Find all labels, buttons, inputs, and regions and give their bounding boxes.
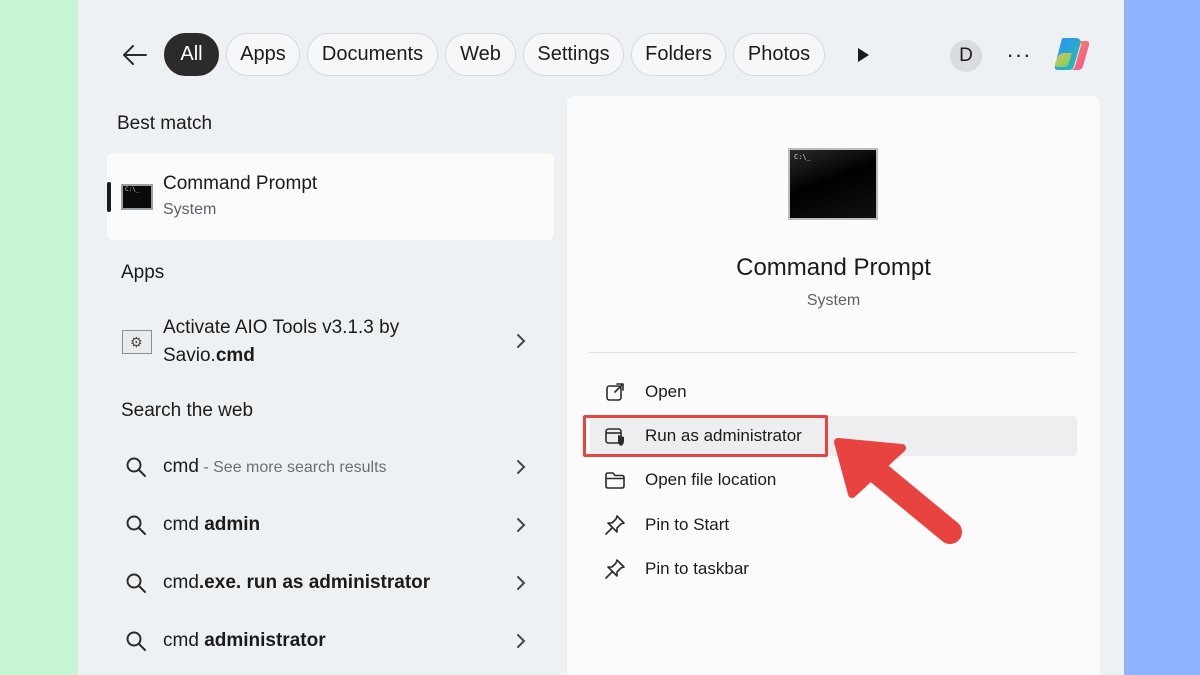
app-item-title-line2[interactable]: Savio.cmd [163,345,255,367]
background-left [0,0,78,675]
tab-settings[interactable]: Settings [523,33,624,76]
web-result-3-bold: .exe. run as administrator [198,572,431,593]
gear-icon: ⚙ [130,334,143,350]
tab-web[interactable]: Web [445,33,516,76]
back-arrow-icon [123,45,147,65]
back-button[interactable] [118,38,152,72]
best-match-card[interactable] [107,153,554,240]
tab-documents[interactable]: Documents [307,33,438,76]
tab-photos[interactable]: Photos [733,33,825,76]
best-match-heading: Best match [117,113,213,134]
web-result-3-text: cmd [163,572,199,593]
search-icon [126,573,146,593]
web-result-4-bold: administrator [204,630,326,651]
red-arrow-annotation [834,438,962,544]
web-result-1-text: cmd [163,456,199,477]
action-pin-to-start-label: Pin to Start [645,515,730,534]
web-result-2-text: cmd [163,514,205,535]
app-item-title-line1[interactable]: Activate AIO Tools v3.1.3 by [163,317,399,339]
detail-title: Command Prompt [736,254,931,281]
chevron-right-icon[interactable] [514,458,528,476]
divider [589,352,1077,353]
search-icon [126,631,146,651]
more-filters-play-icon[interactable] [854,45,872,65]
tab-apps[interactable]: Apps [226,33,300,76]
action-pin-to-taskbar[interactable]: Pin to taskbar [590,549,1077,589]
search-web-heading: Search the web [121,400,254,421]
chevron-right-icon[interactable] [514,332,528,350]
web-result-4[interactable]: cmd administrator [163,630,326,652]
app-item-name: Savio. [163,345,216,366]
web-result-1[interactable]: cmd - See more search results [163,456,387,478]
apps-heading: Apps [121,262,165,283]
action-open[interactable]: Open [590,372,1077,412]
search-icon [126,457,146,477]
background-right [1124,0,1200,675]
command-prompt-icon-text: C:\_ [125,186,140,193]
cmd-script-icon: ⚙ [122,330,152,354]
selection-indicator [107,182,111,212]
app-item-ext: cmd [215,345,255,366]
more-options-icon[interactable]: ··· [1004,42,1034,68]
command-prompt-icon: C:\_ [121,184,153,210]
action-open-file-location-label: Open file location [645,470,777,489]
avatar[interactable]: D [950,40,982,72]
web-result-4-text: cmd [163,630,205,651]
detail-subtitle: System [806,292,861,309]
action-open-label: Open [645,382,687,401]
tab-all[interactable]: All [164,33,219,76]
pin-icon [605,515,625,535]
open-external-icon [606,383,624,401]
web-result-1-muted: - See more search results [198,459,387,476]
tab-folders[interactable]: Folders [631,33,726,76]
best-match-subtitle: System [163,201,217,218]
chevron-right-icon[interactable] [514,632,528,650]
best-match-title: Command Prompt [163,173,318,194]
folder-icon [605,472,625,489]
search-icon [126,515,146,535]
web-result-2-bold: admin [204,514,261,535]
chevron-right-icon[interactable] [514,574,528,592]
web-result-3[interactable]: cmd.exe. run as administrator [163,572,430,594]
action-pin-to-taskbar-label: Pin to taskbar [645,559,749,578]
highlight-box [583,415,828,457]
command-prompt-large-icon-text: C:\_ [794,153,811,161]
web-result-2[interactable]: cmd admin [163,514,260,536]
pin-icon [605,559,625,579]
copilot-icon[interactable] [1050,33,1094,77]
chevron-right-icon[interactable] [514,516,528,534]
command-prompt-large-icon: C:\_ [788,148,878,220]
